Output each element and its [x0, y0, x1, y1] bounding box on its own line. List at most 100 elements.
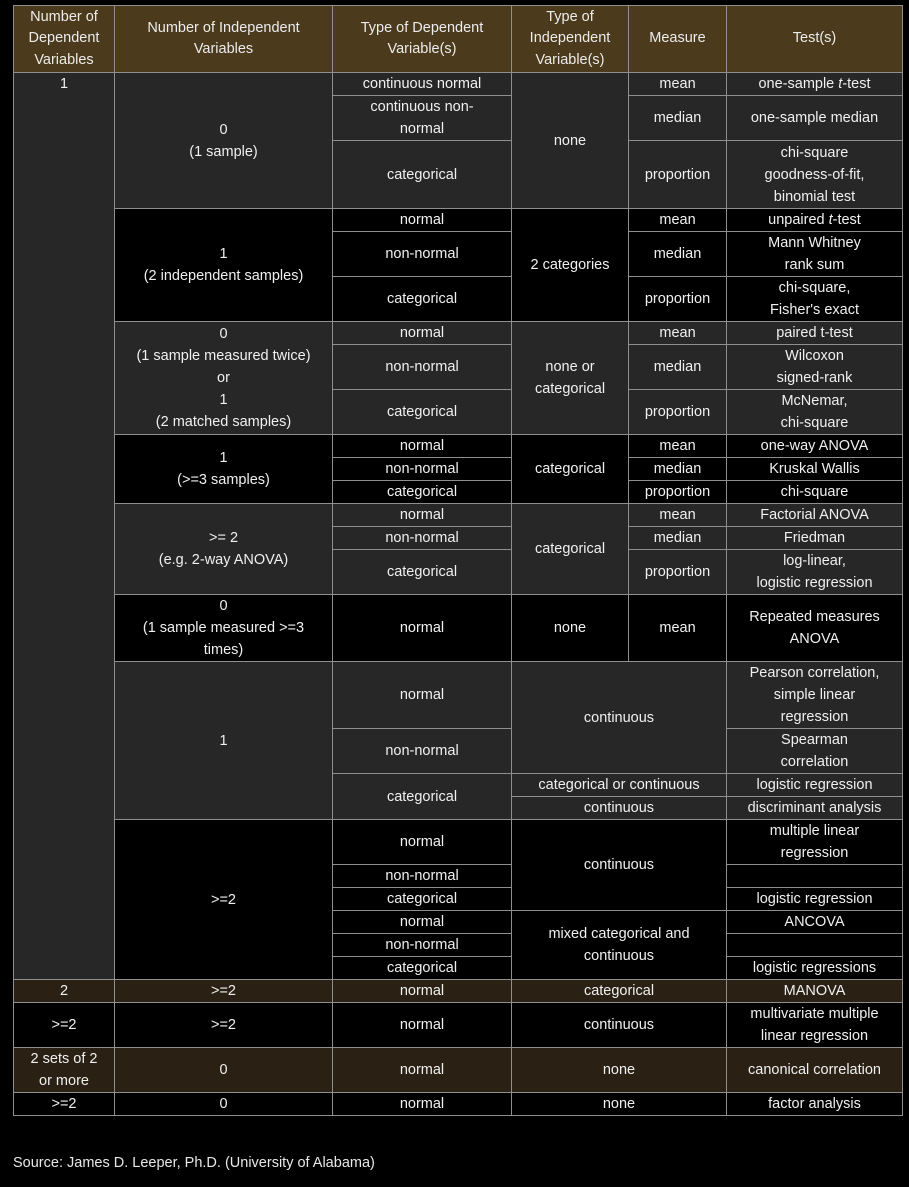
dependent-type-cell: normal	[332, 819, 512, 865]
independent-type-cell: categorical	[511, 979, 727, 1003]
dependent-type-cell: categorical	[332, 140, 512, 209]
test-cell: canonical correlation	[726, 1047, 903, 1093]
test-cell: Friedman	[726, 526, 903, 550]
test-cell: McNemar, chi-square	[726, 389, 903, 435]
table-row: >= 2 (e.g. 2-way ANOVA) normal categorica…	[13, 503, 903, 595]
dependent-type-cell: non-normal	[332, 231, 512, 277]
dependent-type-cell: normal	[332, 503, 512, 527]
table-row: 1 (>=3 samples) normal categorical mean o…	[13, 434, 903, 504]
measure-cell: median	[628, 95, 727, 141]
measure-cell: proportion	[628, 140, 727, 209]
measure-cell: median	[628, 231, 727, 277]
dependent-type-cell: non-normal	[332, 933, 512, 957]
table-row: 1 normal continuous Pearson correlation,…	[13, 661, 903, 820]
measure-cell: mean	[628, 321, 727, 345]
independent-count-cell: 0	[114, 1092, 333, 1116]
source-citation: Source: James D. Leeper, Ph.D. (Universi…	[13, 1155, 375, 1171]
test-cell: logistic regression	[726, 773, 903, 797]
test-cell: Spearman correlation	[726, 728, 903, 774]
test-cell: Mann Whitney rank sum	[726, 231, 903, 277]
test-cell: logistic regressions	[726, 956, 903, 980]
measure-cell: median	[628, 344, 727, 390]
dependent-count-cell: 2	[13, 979, 115, 1003]
measure-cell: proportion	[628, 480, 727, 504]
dependent-type-cell: normal	[332, 208, 512, 232]
independent-count-cell: >=2	[114, 979, 333, 1003]
test-cell: paired t-test	[726, 321, 903, 345]
test-cell	[726, 864, 903, 888]
table-row: 2 sets of 2 or more 0 normal none canonic…	[13, 1047, 903, 1093]
dependent-type-cell: categorical	[332, 773, 512, 820]
independent-type-cell: continuous	[511, 796, 727, 820]
dependent-count-cell: >=2	[13, 1092, 115, 1116]
dependent-type-cell: normal	[332, 1092, 512, 1116]
dependent-type-cell: non-normal	[332, 344, 512, 390]
test-cell: one-sample median	[726, 95, 903, 141]
independent-count-cell: >= 2 (e.g. 2-way ANOVA)	[114, 503, 333, 595]
header-type-independent: Type of Independent Variable(s)	[511, 5, 629, 73]
dependent-type-cell: normal	[332, 979, 512, 1003]
measure-cell: median	[628, 526, 727, 550]
header-num-independent: Number of Independent Variables	[114, 5, 333, 73]
independent-type-cell: continuous	[511, 661, 727, 774]
test-cell: chi-square	[726, 480, 903, 504]
independent-type-cell: 2 categories	[511, 208, 629, 322]
independent-type-cell: categorical	[511, 503, 629, 595]
test-text: -test	[832, 212, 861, 228]
dependent-type-cell: continuous non-normal	[332, 95, 512, 141]
dependent-count-cell: >=2	[13, 1002, 115, 1048]
header-type-dependent: Type of Dependent Variable(s)	[332, 5, 512, 73]
test-cell	[726, 933, 903, 957]
dependent-type-cell: non-normal	[332, 728, 512, 774]
measure-cell: median	[628, 457, 727, 481]
test-cell: Factorial ANOVA	[726, 503, 903, 527]
independent-count-cell: 0	[114, 1047, 333, 1093]
dependent-type-cell: normal	[332, 910, 512, 934]
test-cell: Kruskal Wallis	[726, 457, 903, 481]
independent-type-cell: none	[511, 1092, 727, 1116]
test-cell: unpaired t-test	[726, 208, 903, 232]
independent-count-cell: 1	[114, 661, 333, 820]
header-measure: Measure	[628, 5, 727, 73]
dependent-type-cell: continuous normal	[332, 72, 512, 96]
test-cell: multiple linear regression	[726, 819, 903, 865]
test-cell: discriminant analysis	[726, 796, 903, 820]
independent-type-cell: continuous	[511, 819, 727, 911]
measure-cell: mean	[628, 594, 727, 662]
dependent-type-cell: categorical	[332, 549, 512, 595]
independent-type-cell: continuous	[511, 1002, 727, 1048]
independent-type-cell: none or categorical	[511, 321, 629, 435]
test-cell: one-sample t-test	[726, 72, 903, 96]
test-cell: one-way ANOVA	[726, 434, 903, 458]
independent-type-cell: categorical	[511, 434, 629, 504]
measure-cell: mean	[628, 72, 727, 96]
independent-type-cell: none	[511, 72, 629, 209]
table-row: 2 >=2 normal categorical MANOVA	[13, 979, 903, 1003]
measure-cell: proportion	[628, 389, 727, 435]
test-cell: Pearson correlation, simple linear regress…	[726, 661, 903, 729]
dependent-type-cell: categorical	[332, 389, 512, 435]
dependent-type-cell: categorical	[332, 480, 512, 504]
table-row: 0 (1 sample measured >=3 times) normal non…	[13, 594, 903, 662]
dependent-type-cell: normal	[332, 1002, 512, 1048]
table-row: 1 0 (1 sample) continuous normal none mea…	[13, 72, 903, 980]
measure-cell: mean	[628, 434, 727, 458]
test-cell: chi-square goodness-of-fit, binomial test	[726, 140, 903, 209]
independent-count-cell: 0 (1 sample measured >=3 times)	[114, 594, 333, 662]
independent-type-cell: none	[511, 1047, 727, 1093]
dependent-type-cell: categorical	[332, 956, 512, 980]
test-cell: log-linear, logistic regression	[726, 549, 903, 595]
independent-type-cell: mixed categorical and continuous	[511, 910, 727, 980]
test-cell: MANOVA	[726, 979, 903, 1003]
table-row: >=2 normal continuous multiple linear reg…	[13, 819, 903, 980]
test-text: -test	[842, 76, 871, 92]
test-cell: ANCOVA	[726, 910, 903, 934]
test-cell: multivariate multiple linear regression	[726, 1002, 903, 1048]
header-row: Number of Dependent Variables Number of In…	[13, 5, 903, 73]
statistical-test-selection-table: Number of Dependent Variables Number of In…	[13, 5, 903, 1116]
independent-count-cell: 0 (1 sample)	[114, 72, 333, 209]
dependent-type-cell: categorical	[332, 887, 512, 911]
independent-type-cell: none	[511, 594, 629, 662]
table-row: 1 (2 independent samples) normal 2 catego…	[13, 208, 903, 322]
test-cell: chi-square, Fisher's exact	[726, 276, 903, 322]
